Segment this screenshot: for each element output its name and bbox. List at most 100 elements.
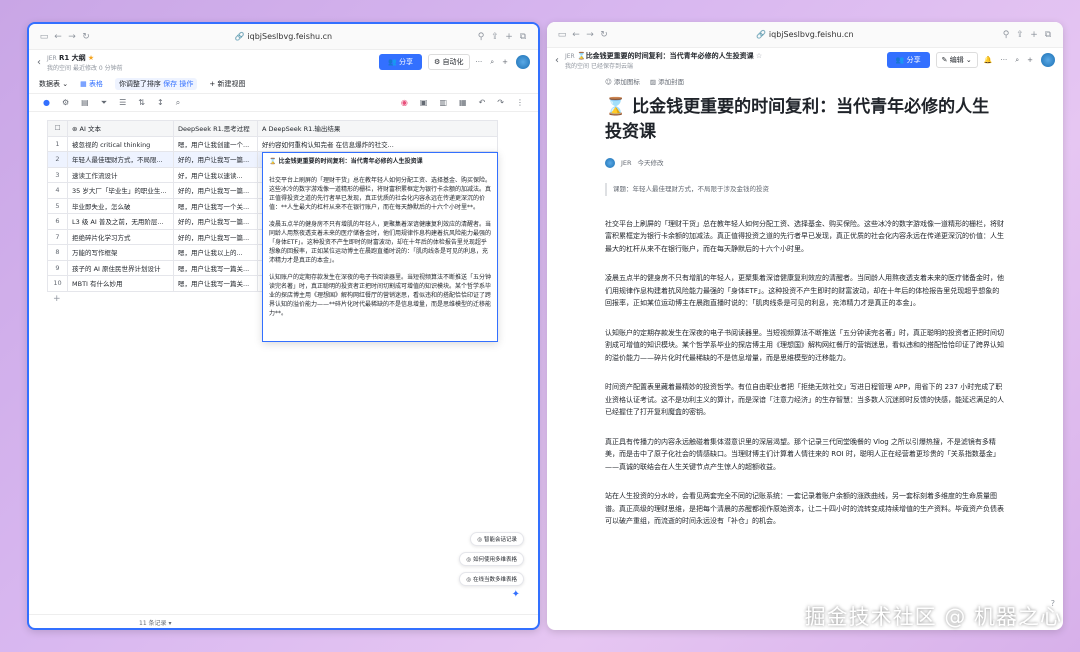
cell-thinking[interactable]: 好的，用户让我写一篇... [173, 182, 258, 199]
reload-icon[interactable]: ↻ [79, 32, 93, 42]
share-button[interactable]: 👥 分享 [886, 52, 930, 68]
avatar[interactable] [516, 55, 530, 69]
breadcrumb-owner[interactable]: JER [565, 53, 575, 60]
cell-text[interactable]: 孩子的 AI 原住民世界计划设计 [67, 259, 174, 276]
cell-text[interactable]: 35 岁大厂「毕业生」的职业生... [67, 182, 174, 199]
edit-button[interactable]: ✎ 编辑 ⌄ [935, 52, 978, 68]
online-base-chip[interactable]: ◎ 在线当数多维表格 [459, 572, 524, 586]
cell-output[interactable]: 好约容如何重构认知完者 在信息爆炸的社交... [257, 135, 498, 152]
extension-icon[interactable]: ⚲ [999, 30, 1013, 40]
redo-icon[interactable]: ↷ [497, 98, 504, 107]
row-number: 3 [47, 166, 68, 183]
search-icon[interactable]: ⌕ [1015, 56, 1019, 65]
bell-icon[interactable]: 🔔 [984, 56, 993, 64]
sidebar-toggle-icon[interactable]: ▭ [37, 32, 51, 42]
add-icon[interactable]: + [1027, 56, 1033, 64]
sort-icon[interactable]: ⇅ [138, 98, 145, 107]
cell-text[interactable]: 速读工作流设计 [67, 166, 174, 183]
action-button[interactable]: 操作 [179, 80, 193, 88]
automation-button[interactable]: ⚙ 自动化 [428, 54, 470, 70]
cell-thinking[interactable]: 好的，用户让我写一篇... [173, 151, 258, 168]
share-page-icon[interactable]: ⇪ [1013, 30, 1027, 40]
breadcrumb-space[interactable]: 我的空间 [47, 65, 71, 72]
cell-text[interactable]: 万能的写作框架 [67, 244, 174, 261]
reload-icon[interactable]: ↻ [597, 30, 611, 40]
column-header-output[interactable]: A DeepSeek R1.输出结果 [257, 120, 498, 137]
new-view-button[interactable]: + 新建视图 [209, 79, 245, 89]
collapse-icon[interactable]: ‹ [37, 57, 41, 68]
select-all-checkbox[interactable]: ☐ [47, 120, 68, 137]
breadcrumb-owner[interactable]: JER [47, 55, 57, 62]
search-table-icon[interactable]: ⌕ [176, 98, 180, 108]
more-icon[interactable]: ··· [1001, 56, 1008, 64]
more-icon[interactable]: ··· [476, 58, 483, 66]
forward-icon[interactable]: → [65, 32, 79, 42]
cell-thinking[interactable]: 嗯，用户让我写一篇关... [173, 259, 258, 276]
avatar[interactable] [1041, 53, 1055, 67]
add-cover-button[interactable]: ▨ 添加封面 [650, 78, 684, 86]
page-title: R1 大纲 [58, 53, 86, 62]
add-icon-button[interactable]: ☺ 添加图标 [605, 78, 640, 86]
cell-thinking[interactable]: 嗯，用户让我以上的... [173, 244, 258, 261]
new-tab-icon[interactable]: + [502, 32, 516, 42]
column-header-text[interactable]: ⊛ AI 文本 [67, 120, 174, 137]
popup-paragraph: 社交平台上刷屏的「理财干货」总在教年轻人如何分配工资、选择基金、购买保险。这些冰… [269, 177, 492, 211]
group-icon[interactable]: ☰ [119, 98, 126, 107]
back-icon[interactable]: ← [569, 30, 583, 40]
search-icon[interactable]: ⌕ [490, 58, 494, 67]
ai-icon[interactable]: ◉ [401, 98, 408, 107]
collapse-icon[interactable]: ‹ [555, 55, 559, 66]
how-to-use-chip[interactable]: ◎ 如何使用多维表格 [459, 552, 524, 566]
address-bar[interactable]: 🔗 iqbjSeslbvg.feishu.cn [93, 32, 474, 41]
cell-text[interactable]: 毕业即失业，怎么破 [67, 197, 174, 214]
save-sort-button[interactable]: 保存 [163, 80, 177, 88]
filter-icon[interactable]: ⏷ [101, 98, 107, 108]
undo-icon[interactable]: ↶ [479, 98, 486, 107]
cell-text[interactable]: 被忽视的 critical thinking [67, 135, 174, 152]
chart-icon[interactable]: ▥ [439, 98, 447, 107]
tabs-icon[interactable]: ⧉ [1041, 30, 1055, 40]
expanded-cell-popup[interactable]: ⌛ 比金钱更重要的时间复利：当代青年必修的人生投资课 社交平台上刷屏的「理财干货… [262, 152, 498, 342]
save-status: 已经保存到云端 [590, 62, 633, 70]
cell-text[interactable]: L3 级 AI 普及之前，无用阶层... [67, 213, 174, 230]
more-table-icon[interactable]: ⋮ [516, 98, 524, 107]
row-height-icon[interactable]: ↕ [157, 98, 164, 107]
forward-icon[interactable]: → [583, 30, 597, 40]
cell-text[interactable]: 年轻人最佳理财方式，不局限... [67, 151, 174, 168]
right-title-block: JER ⌛比金钱更重要的时间复利：当代青年必修的人生投资课 ☆ 我的空间 已经保… [565, 51, 887, 70]
back-icon[interactable]: ← [51, 32, 65, 42]
author-name[interactable]: JER [621, 157, 632, 170]
dropdown-icon[interactable]: ▾ [168, 620, 171, 627]
cell-text[interactable]: 拒绝碎片化学习方式 [67, 228, 174, 245]
address-bar[interactable]: 🔗 iqbjSeslbvg.feishu.cn [611, 30, 999, 39]
board-icon[interactable]: ▦ [459, 98, 467, 107]
share-button[interactable]: 👥 分享 [379, 54, 422, 70]
field-icon[interactable]: ▤ [81, 98, 89, 107]
add-record-icon[interactable]: ● [43, 98, 50, 107]
cell-thinking[interactable]: 好的，用户让我写一篇... [173, 228, 258, 245]
cell-thinking[interactable]: 嗯，用户让我写一个关... [173, 197, 258, 214]
table-selector[interactable]: 数据表 ⌄ [39, 79, 68, 89]
paragraph: 认知账户的定期存款发生在深夜的电子书阅读器里。当短视频算法不断推送「五分钟读完名… [605, 328, 1004, 362]
tabs-icon[interactable]: ⧉ [516, 32, 530, 42]
star-outline-icon[interactable]: ☆ [756, 52, 762, 60]
cell-text[interactable]: MBTI 有什么妙用 [67, 275, 174, 292]
form-icon[interactable]: ▣ [420, 98, 428, 107]
breadcrumb-space[interactable]: 我的空间 [565, 63, 589, 70]
table-row[interactable]: 1 被忽视的 critical thinking 嗯，用户让我创建一个... 好约容如… [47, 135, 498, 152]
smart-record-chip[interactable]: ◎ 智能会话记录 [470, 532, 524, 546]
extension-icon[interactable]: ⚲ [474, 32, 488, 42]
new-tab-icon[interactable]: + [1027, 30, 1041, 40]
share-page-icon[interactable]: ⇪ [488, 32, 502, 42]
view-tab-table[interactable]: ▦ 表格 [80, 79, 103, 89]
ai-assistant-icon[interactable]: ✦ [512, 589, 520, 600]
settings-icon[interactable]: ⚙ [62, 98, 69, 107]
column-header-thinking[interactable]: DeepSeek R1.思考过程 [173, 120, 258, 137]
cell-thinking[interactable]: 好的，用户让我写一篇... [173, 213, 258, 230]
cell-thinking[interactable]: 嗯，用户让我创建一个... [173, 135, 258, 152]
cell-thinking[interactable]: 好，用户让我以速读... [173, 166, 258, 183]
star-icon[interactable]: ★ [88, 54, 94, 62]
sidebar-toggle-icon[interactable]: ▭ [555, 30, 569, 40]
cell-thinking[interactable]: 嗯，用户让我写一篇关... [173, 275, 258, 292]
add-icon[interactable]: + [502, 58, 508, 66]
